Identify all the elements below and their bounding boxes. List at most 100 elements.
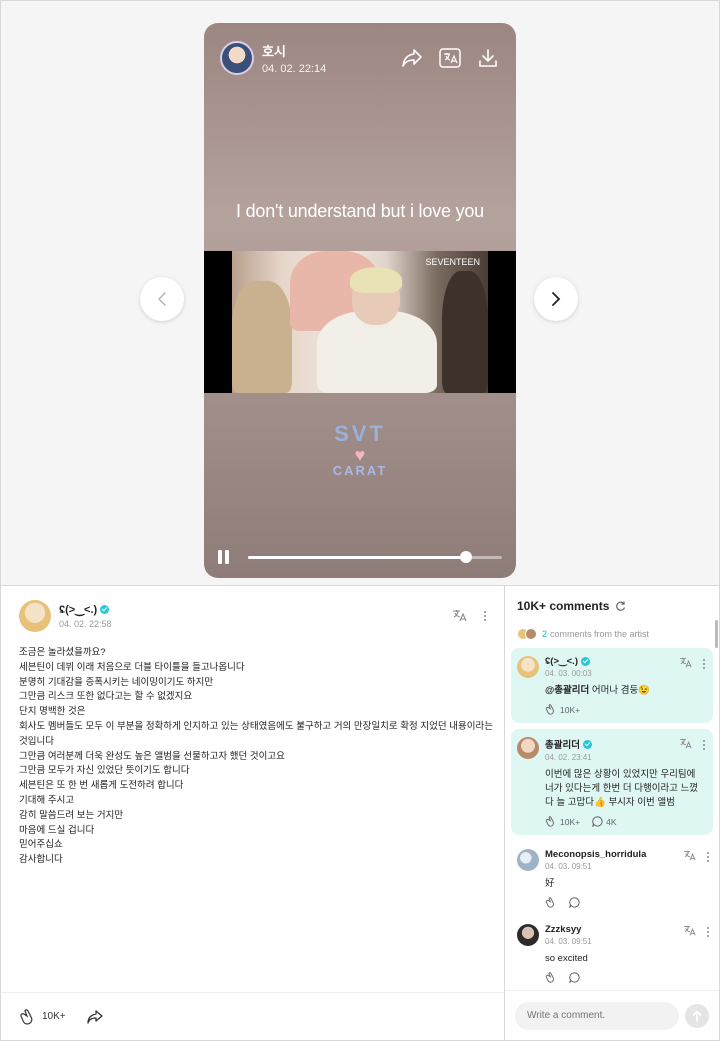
comment-date: 04. 03. 00:03 [545,669,592,678]
comment-author-name[interactable]: Meconopsis_horridula [545,849,646,860]
mention[interactable]: @총괄리더 [545,685,589,696]
video-frame [232,251,488,393]
more-icon[interactable] [707,851,709,862]
video-strip[interactable]: SEVENTEEN [204,251,516,393]
pause-icon[interactable] [218,550,232,564]
comment-composer [505,990,719,1040]
post-meta: ʢ(>‿<.) 04. 02. 22:58 [59,603,112,629]
avatar[interactable] [19,600,51,632]
translate-icon[interactable] [683,849,697,864]
avatar[interactable] [517,737,539,759]
post-text-line: 세븐틴이 데뷔 이래 처음으로 더블 타이틀을 들고나옵니다 [19,661,245,673]
post-text-line: 조금은 놀라셨을까요? [19,647,106,658]
media-caption: I don't understand but i love you [235,201,484,221]
media-author-name[interactable]: 호시 [262,41,326,60]
media-card: 호시 04. 02. 22:14 I don't understand but … [204,23,516,578]
post-text-line: 세븐틴은 또 한 번 새롭게 도전하려 합니다 [19,780,184,792]
avatar [525,628,537,640]
artist-comments-filter[interactable]: 2 comments from the artist [505,613,719,640]
comment-author[interactable]: 총괄리더 [545,737,592,751]
video-figure [442,271,488,393]
like-count: 10K+ [42,1011,66,1022]
scrollbar[interactable] [715,620,718,648]
post-text-line: 감사합니다 [19,854,63,866]
post-text-line: 기대해 주시고 [19,794,75,806]
comment-text: @총괄리더 어머나 겸둥😉 [545,684,705,698]
more-icon[interactable] [484,611,486,621]
artist-comment-label: comments from the artist [550,629,650,639]
post-text-line: 단지 명백한 것은 [19,706,86,718]
comments-title: 10K+ comments [517,599,610,613]
post-text-line: 마음에 드실 겁니다 [19,824,95,836]
progress-bar[interactable] [248,550,502,563]
translate-icon[interactable] [683,924,697,939]
comment: Zzzksyy 04. 03. 09:51 so excited [505,916,719,991]
reply-button[interactable]: 4K [592,816,617,827]
verified-icon [582,739,592,749]
comment-date: 04. 02. 23:41 [545,753,592,762]
comment-like-count: 10K+ [560,704,581,715]
comment-author[interactable]: ʢ(>‿<.) [545,656,592,667]
comment-like-button[interactable] [545,897,557,908]
more-icon[interactable] [703,739,705,750]
comment-input[interactable] [515,1001,679,1030]
translate-icon[interactable] [452,608,468,625]
comment-like-button[interactable]: 10K+ [545,704,580,715]
post-tools [452,608,486,625]
reply-button[interactable] [569,897,580,908]
artist-comment: ʢ(>‿<.) 04. 03. 00:03 @총괄리더 어머나 겸둥😉 10K+ [511,648,713,723]
post-text-line: 감히 말씀드려 보는 거지만 [19,809,124,821]
post-text-line: 회사도 멤버들도 모두 이 부분을 정확하게 인지하고 있는 상태였음에도 불구… [19,720,493,732]
translate-icon[interactable] [679,656,693,671]
author-avatar[interactable] [220,41,254,75]
share-button[interactable] [86,1009,104,1025]
reply-icon [592,816,603,827]
post-text-line: 분명히 기대감을 증폭시키는 네이밍이기도 하지만 [19,676,214,688]
comment-like-button[interactable] [545,972,557,983]
more-icon[interactable] [707,926,709,937]
avatar[interactable] [517,924,539,946]
chevron-right-icon [552,292,561,306]
comment-author-name[interactable]: Zzzksyy [545,924,592,935]
next-button[interactable] [534,277,578,321]
comment-like-button[interactable]: 10K+ [545,816,580,827]
translate-icon[interactable] [438,46,462,70]
chevron-left-icon [157,292,166,306]
send-button[interactable] [685,1003,709,1028]
translate-icon[interactable] [679,737,693,752]
reaction-icon [545,972,554,983]
share-icon[interactable] [400,46,424,70]
media-viewer: 호시 04. 02. 22:14 I don't understand but … [0,0,720,586]
avatar[interactable] [517,849,539,871]
post-author[interactable]: ʢ(>‿<.) [59,603,112,616]
reply-icon [569,972,580,983]
progress-fill [248,555,467,559]
artist-comment-count: 2 [542,629,548,639]
reply-button[interactable] [569,972,580,983]
verified-icon [100,605,110,614]
video-figure [232,281,292,393]
progress-knob[interactable] [460,550,473,563]
reaction-icon [545,704,554,715]
avatar[interactable] [517,656,539,678]
svt-sticker: SVT ♥ CARAT [204,421,516,478]
sticker-line1: SVT [334,421,386,446]
post-body: 조금은 놀라셨을까요? 세븐틴이 데뷔 이래 처음으로 더블 타이틀을 들고나옵니… [1,632,504,868]
post-text-line: 그만큼 리스크 또한 없다고는 할 수 없겠지요 [19,691,193,703]
comment-author-name: 총괄리더 [545,740,580,751]
like-button[interactable]: 10K+ [19,1008,66,1025]
comment-date: 04. 03. 09:51 [545,937,592,946]
comment: Meconopsis_horridula 04. 03. 09:51 好 [505,841,719,916]
refresh-icon[interactable] [615,601,626,612]
post-text-line: 그만큼 여러분께 더욱 완성도 높은 앨범을 선물하고자 했던 것이고요 [19,750,285,762]
sticker-line2: CARAT [332,463,388,478]
download-icon[interactable] [476,46,500,70]
video-logo: SEVENTEEN [425,257,480,267]
player-controls [204,536,516,578]
arrow-up-icon [692,1009,702,1022]
reaction-icon [545,897,554,908]
media-header: 호시 04. 02. 22:14 [204,23,516,93]
more-icon[interactable] [703,658,705,669]
previous-button[interactable] [140,277,184,321]
comment-text: 이번에 많은 상황이 있었지만 우리팀에 너가 있다는게 한번 더 다행이라고 … [545,769,699,808]
